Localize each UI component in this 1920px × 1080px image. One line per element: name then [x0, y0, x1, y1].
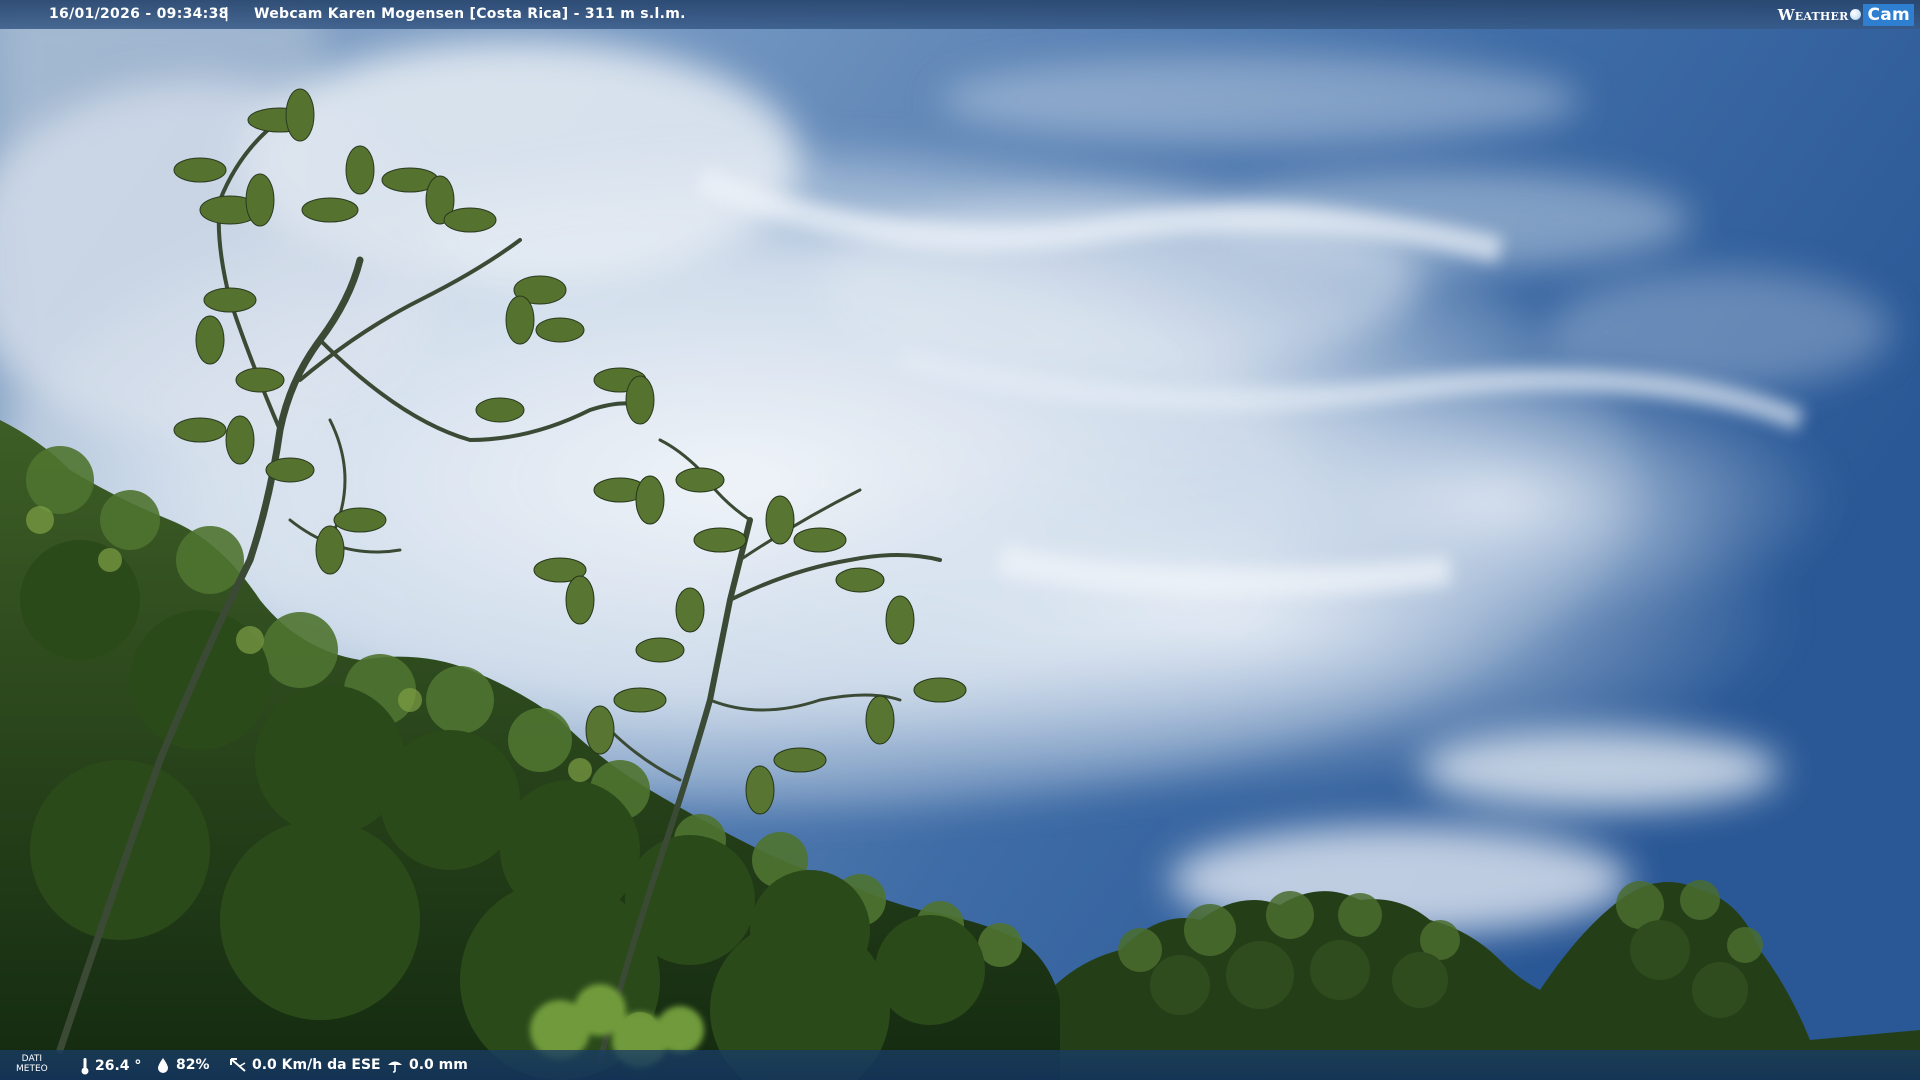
timestamp: 16/01/2026 - 09:34:38: [49, 6, 229, 22]
water-drop-icon: [158, 1058, 168, 1073]
bottom-weather-bar: DATI METEO 26.4 ° 82% 0.0 Km/h da ESE 0.…: [0, 1050, 1920, 1080]
separator: |: [224, 6, 230, 22]
top-info-bar: 16/01/2026 - 09:34:38 | Webcam Karen Mog…: [0, 0, 1920, 29]
rain-readout: 0.0 mm: [386, 1057, 468, 1073]
dati-label-line2: METEO: [16, 1064, 48, 1074]
rain-value: 0.0 mm: [409, 1057, 468, 1073]
wind-readout: 0.0 Km/h da ESE: [229, 1057, 381, 1073]
temperature-value: 26.4 °: [95, 1058, 142, 1074]
webcam-frame: 16/01/2026 - 09:34:38 | Webcam Karen Mog…: [0, 0, 1920, 1080]
webcam-title: Webcam Karen Mogensen [Costa Rica] - 311…: [254, 6, 686, 22]
rain-gauge-icon: [388, 1061, 402, 1073]
logo-word: Weather: [1777, 5, 1849, 24]
wind-value: 0.0 Km/h da ESE: [252, 1057, 381, 1073]
humidity-value: 82%: [176, 1057, 210, 1073]
logo-globe-icon: [1850, 9, 1862, 20]
wind-vane-icon: [230, 1058, 246, 1072]
temperature-readout: 26.4 °: [80, 1057, 141, 1075]
dati-label-line1: DATI: [21, 1054, 43, 1064]
logo-cam: Cam: [1863, 3, 1914, 26]
weathercam-logo: Weather Cam: [1778, 0, 1920, 29]
sky-forest-scene: [0, 0, 1920, 1080]
thermometer-icon: [81, 1058, 89, 1075]
dati-meteo-label: DATI METEO: [16, 1054, 48, 1074]
humidity-readout: 82%: [155, 1057, 210, 1073]
